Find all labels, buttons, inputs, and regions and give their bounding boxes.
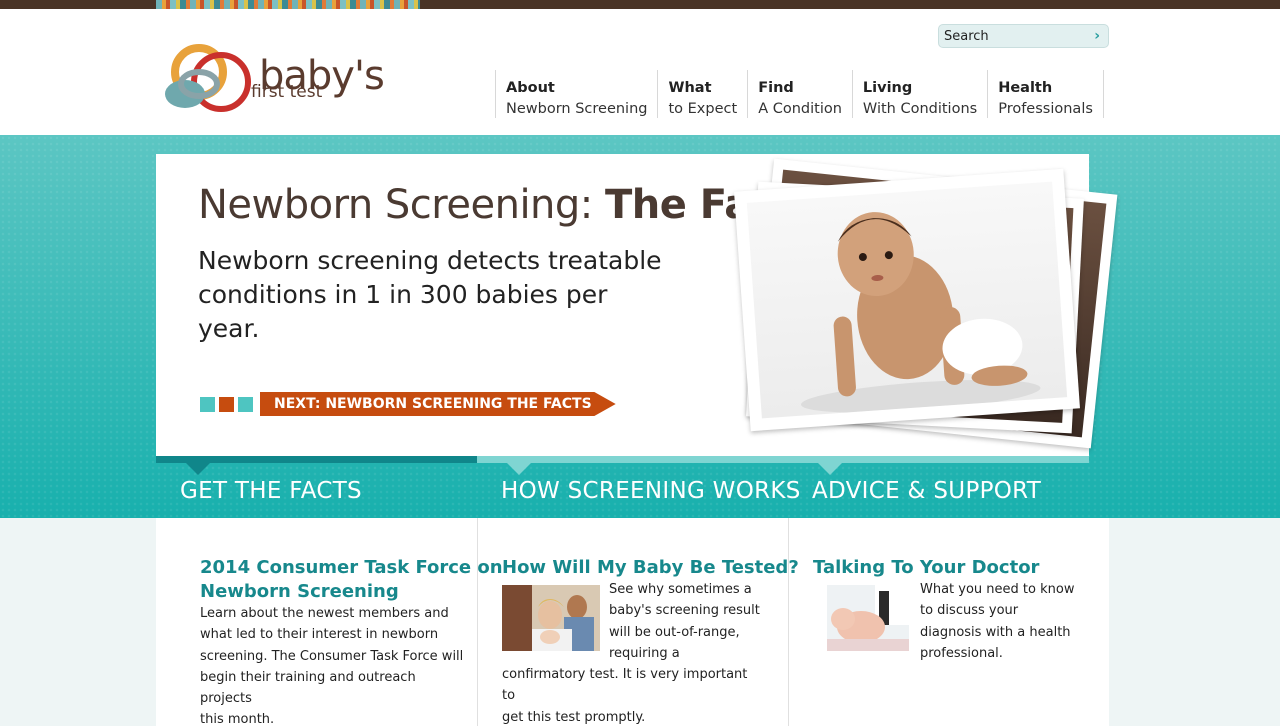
hero-lead: Newborn screening detects treatable cond…	[198, 244, 668, 346]
nav-item-label: to Expect	[668, 101, 738, 117]
article-body: See why sometimes a baby's screening res…	[502, 579, 762, 726]
article-title-line: 2014 Consumer Task Force on	[200, 557, 503, 578]
article-line: get this test promptly.	[502, 709, 646, 725]
search-input[interactable]	[944, 27, 1084, 45]
site-header: baby's first test › About Newborn Screen…	[0, 9, 1280, 135]
tab-indicator-active	[156, 456, 477, 463]
article-line: to discuss your	[920, 603, 1019, 619]
tab-advice-support[interactable]: ADVICE & SUPPORT	[812, 478, 1041, 504]
hero-lead-line: Newborn screening detects treatable	[198, 246, 662, 275]
article-line: Learn about the newest members and	[200, 606, 449, 621]
tab-indicator	[477, 456, 1089, 463]
baby-image	[801, 212, 1041, 413]
logo-subtitle: first test	[251, 82, 323, 102]
nav-item-bold: Health	[998, 80, 1053, 96]
nav-item-what-to-expect[interactable]: What to Expect	[657, 70, 747, 118]
article-line: baby's screening result	[609, 603, 760, 619]
chevron-right-icon[interactable]: ›	[1094, 28, 1100, 44]
article-body: What you need to know to discuss your di…	[920, 579, 1090, 664]
articles-section: 2014 Consumer Task Force on Newborn Scre…	[156, 518, 1109, 726]
nav-item-about[interactable]: About Newborn Screening	[495, 70, 657, 118]
article-line: See why sometimes a	[609, 582, 752, 597]
main-nav: About Newborn Screening What to Expect F…	[495, 70, 1104, 118]
search-box: ›	[938, 24, 1109, 48]
section-tab-bar	[156, 456, 1089, 463]
logo[interactable]: baby's first test	[163, 42, 423, 122]
article-body: Learn about the newest members and what …	[200, 603, 470, 726]
nav-item-find-condition[interactable]: Find A Condition	[747, 70, 852, 118]
nav-item-bold: What	[668, 80, 712, 96]
article-line: confirmatory test. It is very important …	[502, 667, 748, 704]
article-title[interactable]: How Will My Baby Be Tested?	[502, 556, 799, 580]
article-line: requiring a	[609, 645, 680, 661]
top-stripes	[156, 0, 420, 9]
article-line: begin their training and outreach projec…	[200, 669, 416, 707]
tab-notch	[507, 463, 531, 475]
article-title-line: Newborn Screening	[200, 581, 399, 602]
nav-item-bold: Living	[862, 80, 913, 96]
baby-photo	[734, 168, 1080, 432]
doctor-baby-thumbnail[interactable]	[827, 585, 909, 651]
article-how-tested: How Will My Baby Be Tested? See why some…	[477, 518, 799, 726]
nav-item-bold: Find	[758, 80, 794, 96]
tab-notch	[818, 463, 842, 475]
article-line: will be out-of-range,	[609, 624, 740, 640]
slide-dots	[200, 397, 253, 412]
slide-dot-2[interactable]	[219, 397, 234, 412]
next-slide-button[interactable]: NEXT: NEWBORN SCREENING THE FACTS	[260, 392, 616, 416]
nav-item-label: Newborn Screening	[506, 101, 648, 117]
article-title[interactable]: 2014 Consumer Task Force on Newborn Scre…	[200, 556, 503, 604]
article-line: this month.	[200, 712, 275, 726]
article-line: What you need to know	[920, 582, 1075, 597]
nav-item-label: With Conditions	[862, 101, 978, 117]
article-line: screening. The Consumer Task Force will	[200, 648, 464, 664]
logo-rings-icon	[165, 44, 251, 112]
nav-item-label: Professionals	[998, 101, 1093, 117]
hero-lead-line: conditions in 1 in 300 babies per year.	[198, 280, 608, 343]
nav-item-living[interactable]: Living With Conditions	[851, 70, 987, 118]
nav-item-bold: About	[506, 80, 555, 96]
article-title[interactable]: Talking To Your Doctor	[813, 556, 1039, 580]
slide-dot-1[interactable]	[200, 397, 215, 412]
article-line: professional.	[920, 645, 1003, 661]
hero-title: Newborn Screening: The Facts	[198, 182, 816, 228]
nav-item-health-professionals[interactable]: Health Professionals	[987, 70, 1104, 118]
tab-how-screening-works[interactable]: HOW SCREENING WORKS	[501, 478, 801, 504]
tab-get-the-facts[interactable]: GET THE FACTS	[180, 478, 362, 504]
slide-dot-3[interactable]	[238, 397, 253, 412]
article-task-force: 2014 Consumer Task Force on Newborn Scre…	[156, 518, 503, 726]
article-line: what led to their interest in newborn	[200, 627, 439, 643]
nav-item-label: A Condition	[758, 101, 842, 117]
tab-notch-active	[186, 463, 210, 475]
hero-title-regular: Newborn Screening:	[198, 182, 605, 228]
article-line: diagnosis with a health	[920, 624, 1071, 640]
article-talking-doctor: Talking To Your Doctor What you need to …	[788, 518, 1109, 726]
